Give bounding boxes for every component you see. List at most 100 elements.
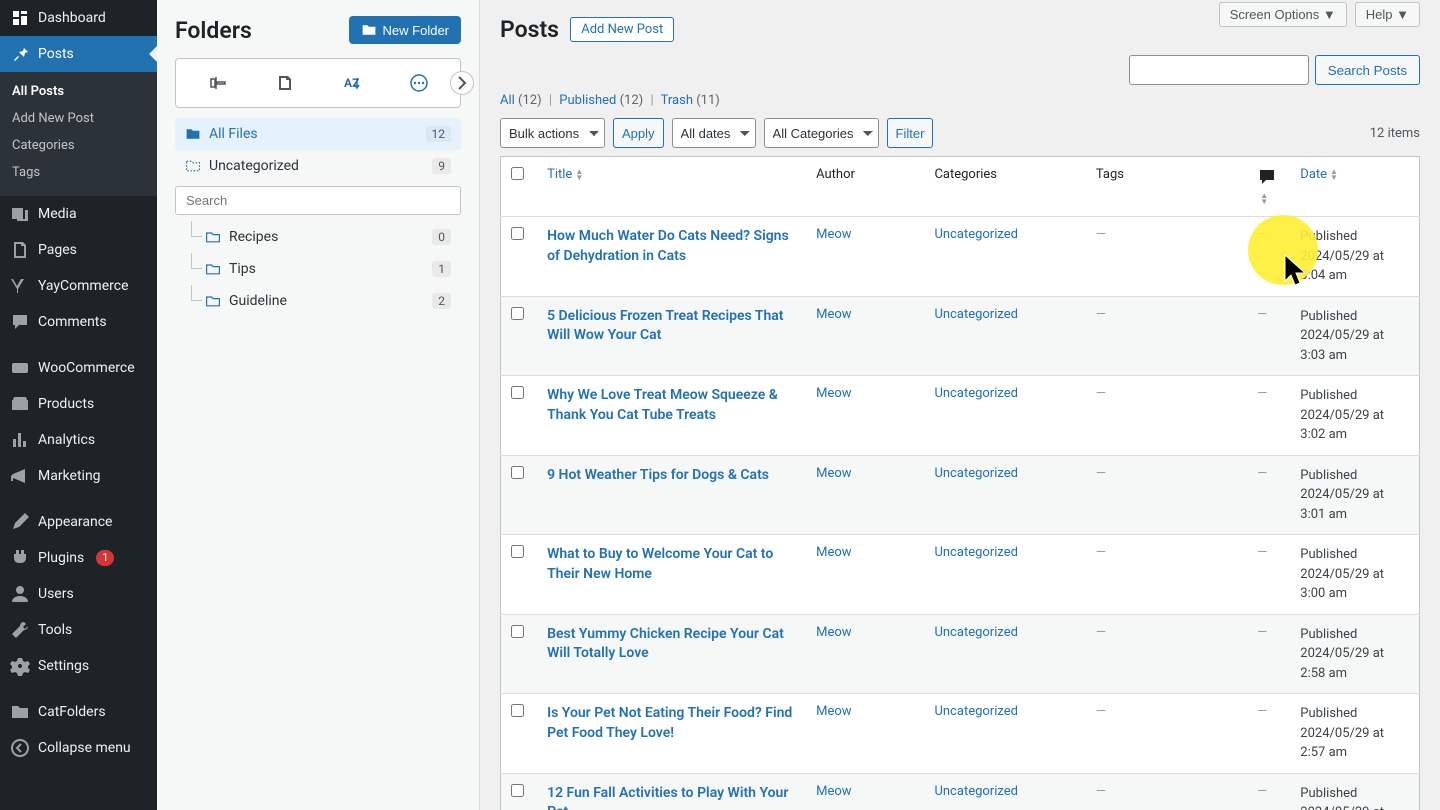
row-checkbox[interactable]: [511, 784, 524, 797]
rename-button[interactable]: [200, 69, 236, 97]
post-author-link[interactable]: Meow: [816, 784, 851, 799]
post-category-link[interactable]: Uncategorized: [934, 545, 1017, 560]
nav-catfolders[interactable]: CatFolders: [0, 694, 157, 730]
folder-item[interactable]: Tips1: [187, 253, 461, 285]
post-title-link[interactable]: 9 Hot Weather Tips for Dogs & Cats: [547, 467, 769, 483]
subnav-categories[interactable]: Categories: [0, 132, 157, 159]
folder-all-files[interactable]: All Files 12: [175, 118, 461, 150]
post-title-link[interactable]: How Much Water Do Cats Need? Signs of De…: [547, 228, 789, 264]
row-checkbox[interactable]: [511, 466, 524, 479]
col-author: Author: [806, 157, 924, 217]
post-title-link[interactable]: 5 Delicious Frozen Treat Recipes That Wi…: [547, 308, 783, 344]
folder-uncategorized[interactable]: Uncategorized 9: [175, 150, 461, 182]
tools-icon: [10, 620, 30, 640]
post-filter-links: All (12) | Published (12) | Trash (11): [500, 93, 1420, 108]
nav-woocommerce[interactable]: WooCommerce: [0, 350, 157, 386]
folder-icon: [205, 229, 221, 245]
help-button[interactable]: Help ▼: [1355, 2, 1420, 27]
row-checkbox[interactable]: [511, 307, 524, 320]
filter-published[interactable]: Published: [559, 93, 616, 108]
sort-button[interactable]: AZ: [334, 69, 370, 97]
search-posts-button[interactable]: Search Posts: [1315, 55, 1420, 85]
subnav-tags[interactable]: Tags: [0, 159, 157, 186]
nav-dashboard[interactable]: Dashboard: [0, 0, 157, 36]
nav-appearance-label: Appearance: [38, 514, 112, 530]
post-author-link[interactable]: Meow: [816, 386, 851, 401]
post-author-link[interactable]: Meow: [816, 227, 851, 242]
collapse-panel-button[interactable]: [450, 71, 474, 95]
post-category-link[interactable]: Uncategorized: [934, 704, 1017, 719]
row-checkbox[interactable]: [511, 545, 524, 558]
nav-comments[interactable]: Comments: [0, 304, 157, 340]
nav-analytics[interactable]: Analytics: [0, 422, 157, 458]
post-date: Published2024/05/29 at 3:03 am: [1290, 296, 1419, 376]
post-title-link[interactable]: What to Buy to Welcome Your Cat to Their…: [547, 546, 773, 582]
row-checkbox[interactable]: [511, 704, 524, 717]
post-author-link[interactable]: Meow: [816, 625, 851, 640]
post-date: Published2024/05/29 at 3:04 am: [1290, 217, 1419, 297]
post-category-link[interactable]: Uncategorized: [934, 466, 1017, 481]
post-category-link[interactable]: Uncategorized: [934, 307, 1017, 322]
nav-pages[interactable]: Pages: [0, 232, 157, 268]
post-category-link[interactable]: Uncategorized: [934, 227, 1017, 242]
folder-item[interactable]: Recipes0: [187, 221, 461, 253]
nav-media-label: Media: [38, 206, 77, 222]
post-author-link[interactable]: Meow: [816, 704, 851, 719]
dates-select[interactable]: All dates: [672, 118, 756, 148]
post-author-link[interactable]: Meow: [816, 545, 851, 560]
post-comments: —: [1247, 773, 1290, 810]
nav-yaycommerce[interactable]: YayCommerce: [0, 268, 157, 304]
row-checkbox[interactable]: [511, 386, 524, 399]
post-category-link[interactable]: Uncategorized: [934, 386, 1017, 401]
col-title[interactable]: Title: [547, 167, 572, 182]
post-title-link[interactable]: Is Your Pet Not Eating Their Food? Find …: [547, 705, 792, 741]
col-date[interactable]: Date: [1300, 167, 1327, 182]
pushpin-icon: [10, 44, 30, 64]
nav-yaycommerce-label: YayCommerce: [38, 278, 129, 294]
post-author-link[interactable]: Meow: [816, 466, 851, 481]
bulk-actions-select[interactable]: Bulk actions: [500, 118, 605, 148]
post-author-link[interactable]: Meow: [816, 307, 851, 322]
table-row: 12 Fun Fall Activities to Play With Your…: [501, 773, 1420, 810]
delete-button[interactable]: [267, 69, 303, 97]
apply-button[interactable]: Apply: [613, 118, 664, 148]
nav-tools[interactable]: Tools: [0, 612, 157, 648]
nav-settings[interactable]: Settings: [0, 648, 157, 684]
nav-appearance[interactable]: Appearance: [0, 504, 157, 540]
nav-users[interactable]: Users: [0, 576, 157, 612]
posts-search-input[interactable]: [1129, 55, 1309, 85]
row-checkbox[interactable]: [511, 625, 524, 638]
row-checkbox[interactable]: [511, 227, 524, 240]
screen-options-button[interactable]: Screen Options ▼: [1219, 2, 1347, 27]
folder-search-input[interactable]: [175, 186, 461, 215]
comments-icon[interactable]: [1257, 176, 1277, 191]
filter-trash[interactable]: Trash: [661, 93, 693, 108]
folder-item[interactable]: Guideline2: [187, 285, 461, 317]
post-date: Published2024/05/29 at 2:54 am: [1290, 773, 1419, 810]
folders-title: Folders: [175, 17, 252, 44]
nav-plugins[interactable]: Plugins1: [0, 540, 157, 576]
new-folder-button[interactable]: New Folder: [349, 16, 461, 44]
subnav-add-new-post[interactable]: Add New Post: [0, 105, 157, 132]
filter-all[interactable]: All: [500, 93, 515, 108]
subnav-all-posts[interactable]: All Posts: [0, 78, 157, 105]
post-category-link[interactable]: Uncategorized: [934, 625, 1017, 640]
nav-marketing[interactable]: Marketing: [0, 458, 157, 494]
more-button[interactable]: [401, 69, 437, 97]
nav-products[interactable]: Products: [0, 386, 157, 422]
nav-collapse[interactable]: Collapse menu: [0, 730, 157, 766]
categories-select[interactable]: All Categories: [764, 118, 879, 148]
post-category-link[interactable]: Uncategorized: [934, 784, 1017, 799]
products-icon: [10, 394, 30, 414]
post-title-link[interactable]: Why We Love Treat Meow Squeeze & Thank Y…: [547, 387, 778, 423]
select-all-checkbox[interactable]: [511, 167, 524, 180]
nav-posts[interactable]: Posts: [0, 36, 157, 72]
comments-icon: [10, 312, 30, 332]
post-title-link[interactable]: 12 Fun Fall Activities to Play With Your…: [547, 785, 788, 810]
sort-icon: [1260, 194, 1268, 205]
post-title-link[interactable]: Best Yummy Chicken Recipe Your Cat Will …: [547, 626, 784, 662]
add-new-post-button[interactable]: Add New Post: [570, 17, 674, 42]
filter-button[interactable]: Filter: [887, 118, 934, 148]
settings-icon: [10, 656, 30, 676]
nav-media[interactable]: Media: [0, 196, 157, 232]
